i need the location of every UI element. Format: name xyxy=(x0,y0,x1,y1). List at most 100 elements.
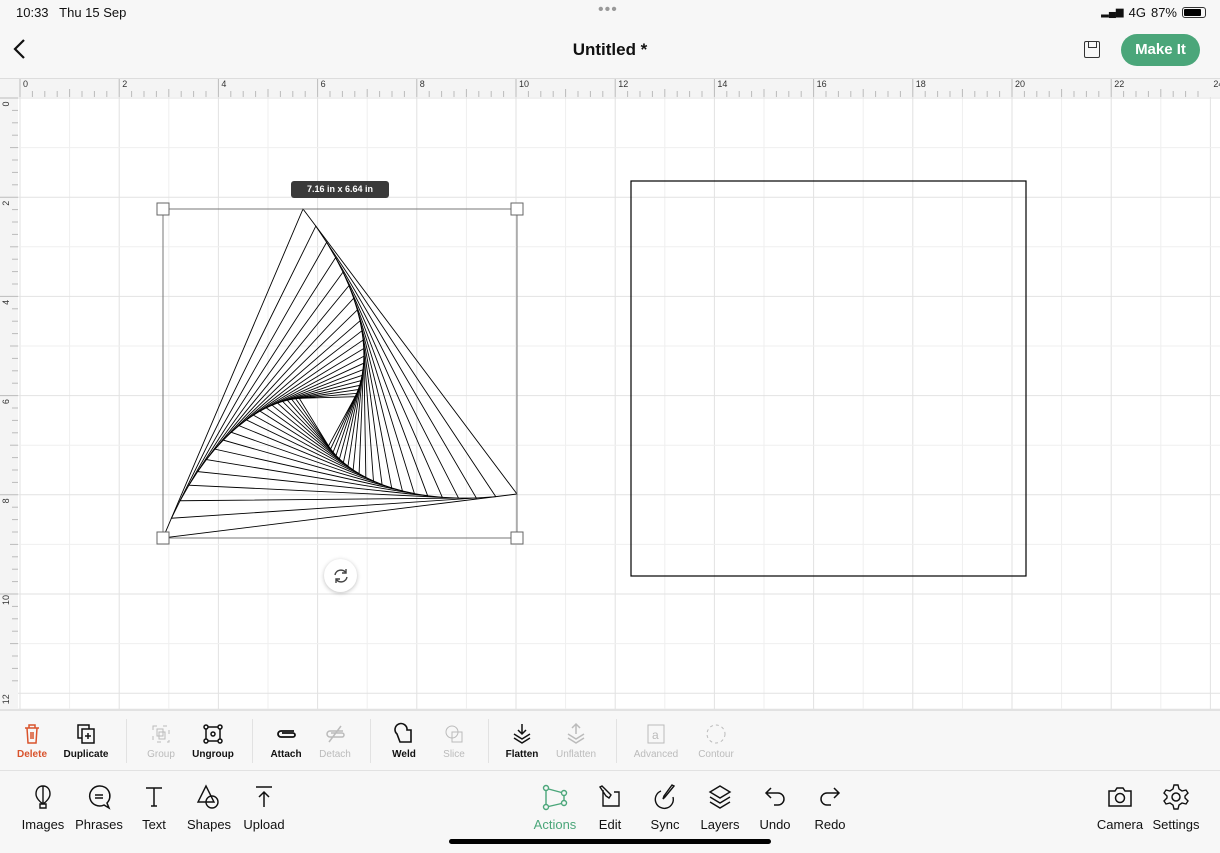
battery-label: 87% xyxy=(1150,5,1177,20)
advanced-icon: a xyxy=(647,724,665,744)
unflatten-icon xyxy=(567,722,585,744)
weld-icon xyxy=(394,722,412,743)
ruler-left xyxy=(0,79,18,709)
contour-label: Contour xyxy=(698,749,734,760)
ruler-top-label: 2 xyxy=(122,79,127,89)
bottom-bar-shapes[interactable]: Shapes xyxy=(179,780,239,832)
bottom-bar-edit[interactable]: Edit xyxy=(580,780,640,832)
balloon-icon xyxy=(35,785,51,809)
shapes-icon xyxy=(196,784,219,809)
actions-icon xyxy=(542,784,568,811)
ruler-left-label: 2 xyxy=(1,201,11,206)
toolbar-divider xyxy=(126,719,127,763)
group-label: Group xyxy=(147,749,175,760)
bottom-bar-sync[interactable]: Sync xyxy=(635,780,695,832)
ungroup-button[interactable]: Ungroup xyxy=(183,721,243,760)
trash-icon xyxy=(25,724,39,744)
shapes-label: Shapes xyxy=(186,817,232,832)
multitasking-dots-icon[interactable]: ••• xyxy=(598,1,618,19)
images-label: Images xyxy=(21,817,65,832)
ruler-top-label: 14 xyxy=(717,79,727,89)
ruler-left-label: 4 xyxy=(1,300,11,305)
resize-handle[interactable] xyxy=(156,531,170,545)
square-shape xyxy=(630,180,1027,577)
group-button: Group xyxy=(131,721,191,760)
ungroup-label: Ungroup xyxy=(192,749,234,760)
ruler-left-label: 10 xyxy=(1,595,11,605)
ruler-top-label: 10 xyxy=(519,79,529,89)
sync-icon xyxy=(654,784,676,810)
edit-label: Edit xyxy=(598,817,622,832)
sync-label: Sync xyxy=(650,817,680,832)
make-it-button[interactable]: Make It xyxy=(1121,34,1200,66)
resize-handle[interactable] xyxy=(156,202,170,216)
selection-size-label: 7.16 in x 6.64 in xyxy=(291,181,389,198)
toolbar-divider xyxy=(616,719,617,763)
bottom-bar-actions[interactable]: Actions xyxy=(525,780,585,832)
bottom-bar-layers[interactable]: Layers xyxy=(690,780,750,832)
duplicate-button[interactable]: Duplicate xyxy=(56,721,116,760)
camera-icon xyxy=(1108,787,1132,807)
duplicate-icon xyxy=(77,724,95,744)
toolbar-divider xyxy=(252,719,253,763)
unflatten-label: Unflatten xyxy=(555,749,597,760)
bottom-bar-redo[interactable]: Redo xyxy=(800,780,860,832)
spiral-triangle xyxy=(276,374,363,464)
page-title: Untitled * xyxy=(572,40,648,59)
actions-toolbar: Delete Duplicate Group Ungroup Attach Detach W… xyxy=(0,709,1220,771)
edit-icon xyxy=(598,785,620,807)
spiral-triangle xyxy=(205,284,429,497)
bottom-bar-phrases[interactable]: Phrases xyxy=(69,780,129,832)
rotate-icon xyxy=(333,568,348,583)
ruler-top-label: 18 xyxy=(916,79,926,89)
resize-handle[interactable] xyxy=(510,202,524,216)
ruler-top-label: 8 xyxy=(420,79,425,89)
delete-label: Delete xyxy=(16,749,47,760)
bottom-bar-camera[interactable]: Camera xyxy=(1090,780,1150,832)
text-icon xyxy=(146,787,162,807)
unflatten-button: Unflatten xyxy=(546,721,606,760)
bottom-bar-undo[interactable]: Undo xyxy=(745,780,805,832)
save-icon[interactable] xyxy=(1084,41,1100,58)
battery-icon xyxy=(1182,7,1206,18)
slice-button: Slice xyxy=(424,721,484,760)
detach-label: Detach xyxy=(319,749,351,760)
bottom-bar-settings[interactable]: Settings xyxy=(1146,780,1206,832)
advanced-button: a Advanced xyxy=(626,721,686,760)
toolbar-divider xyxy=(488,719,489,763)
ruler-top-label: 16 xyxy=(817,79,827,89)
delete-button[interactable]: Delete xyxy=(2,721,62,760)
ruler-top-label: 12 xyxy=(618,79,628,89)
duplicate-label: Duplicate xyxy=(63,749,109,760)
flatten-button[interactable]: Flatten xyxy=(492,721,552,760)
bottom-bar-images[interactable]: Images xyxy=(13,780,73,832)
rotate-handle[interactable] xyxy=(324,559,357,592)
status-time: 10:33 Thu 15 Sep xyxy=(16,5,127,20)
ruler-left-label: 12 xyxy=(1,694,11,704)
settings-label: Settings xyxy=(1152,817,1200,832)
detach-button: Detach xyxy=(305,721,365,760)
actions-label: Actions xyxy=(533,817,577,832)
ruler-left-label: 6 xyxy=(1,399,11,404)
spiral-triangle xyxy=(238,329,383,486)
bottom-bar-upload[interactable]: Upload xyxy=(234,780,294,832)
paperclip-icon xyxy=(277,730,296,738)
ruler-left-label: 0 xyxy=(1,101,11,106)
status-bar: 10:33 Thu 15 Sep ••• ▂▄▆ 4G 87% xyxy=(0,0,1220,24)
design-canvas[interactable]: 024681012141618202224024681012 7.16 in x… xyxy=(0,78,1220,709)
ruler-top-label: 4 xyxy=(221,79,226,89)
spiral-triangle xyxy=(162,208,518,539)
text-label: Text xyxy=(142,817,166,832)
flatten-label: Flatten xyxy=(505,749,539,760)
detach-icon xyxy=(326,725,345,743)
layers-label: Layers xyxy=(700,817,740,832)
resize-handle[interactable] xyxy=(510,531,524,545)
ruler-top-label: 6 xyxy=(321,79,326,89)
bottom-bar-text[interactable]: Text xyxy=(124,780,184,832)
spiral-triangle xyxy=(298,396,356,447)
upload-icon xyxy=(256,786,272,807)
network-label: 4G xyxy=(1128,5,1146,20)
redo-label: Redo xyxy=(814,817,846,832)
contour-button: Contour xyxy=(686,721,746,760)
home-indicator[interactable] xyxy=(449,839,771,844)
